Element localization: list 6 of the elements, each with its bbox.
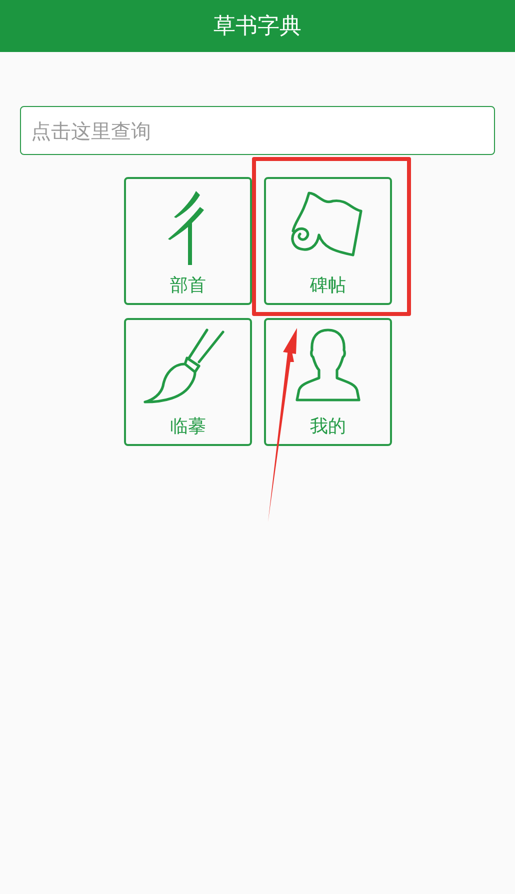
- app-title: 草书字典: [214, 13, 302, 41]
- menu-tile[interactable]: 碑帖: [264, 177, 392, 305]
- menu-tile[interactable]: 我的: [264, 318, 392, 446]
- search-field[interactable]: 点击这里查询: [20, 106, 495, 155]
- menu-tile[interactable]: 部首: [124, 177, 252, 305]
- menu-tile[interactable]: 临摹: [124, 318, 252, 446]
